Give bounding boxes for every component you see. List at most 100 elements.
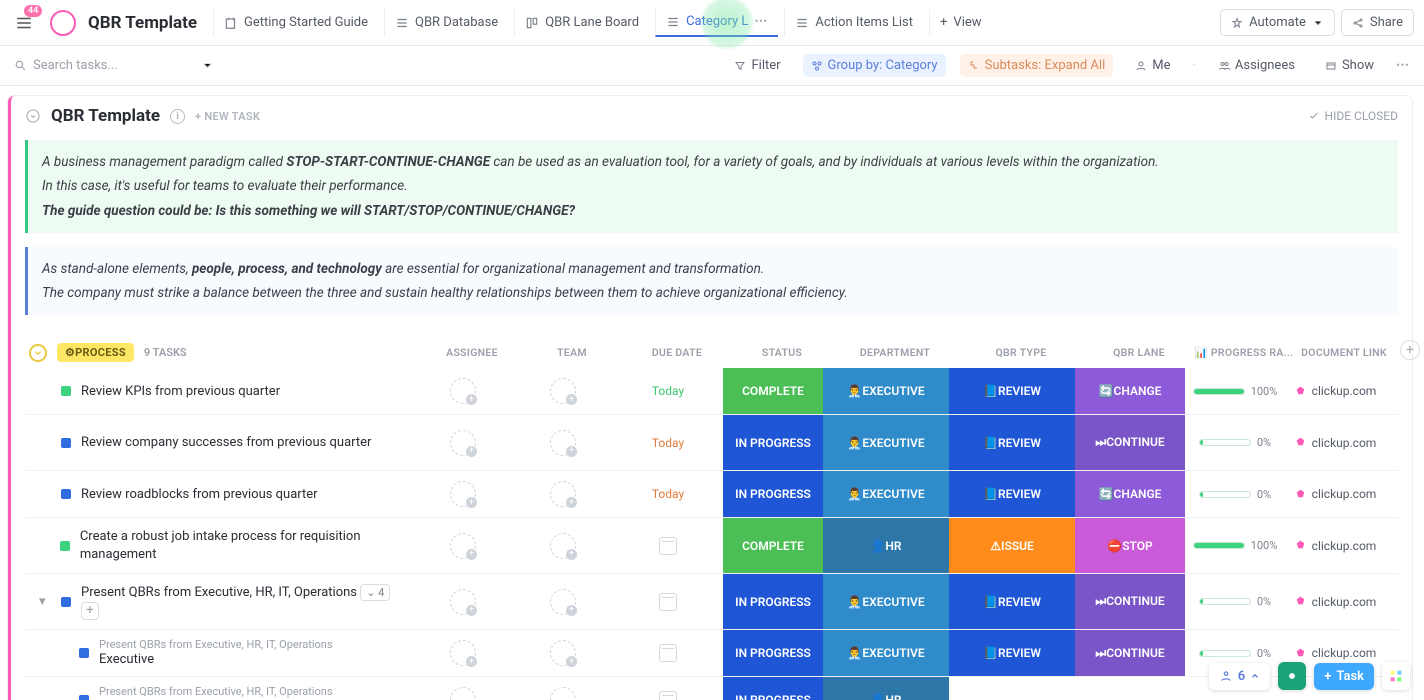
due-date-picker[interactable] <box>659 537 677 555</box>
show-button[interactable]: Show <box>1317 54 1382 77</box>
type-cell[interactable]: 📘REVIEW <box>949 574 1075 629</box>
collapse-icon[interactable] <box>25 108 41 124</box>
document-link[interactable]: clickup.com <box>1285 646 1385 660</box>
col-status[interactable]: STATUS <box>732 346 832 359</box>
department-cell[interactable]: 👨‍💼EXECUTIVE <box>823 415 949 470</box>
status-cell[interactable]: COMPLETE <box>723 368 823 414</box>
status-cell[interactable]: IN PROGRESS <box>723 415 823 470</box>
progress-cell[interactable]: 100% <box>1185 539 1285 552</box>
department-cell[interactable]: 👨‍💼EXECUTIVE <box>823 471 949 517</box>
type-cell[interactable]: 📘REVIEW <box>949 415 1075 470</box>
team-picker[interactable] <box>550 640 576 666</box>
col-lane[interactable]: QBR LANE <box>1084 346 1194 359</box>
type-cell[interactable]: 📘REVIEW <box>949 630 1075 676</box>
type-cell[interactable]: ⚠ISSUE <box>949 518 1075 573</box>
task-name[interactable]: Create a robust job intake process for r… <box>80 529 361 562</box>
status-square[interactable] <box>79 648 89 658</box>
task-row[interactable]: Review company successes from previous q… <box>25 415 1398 471</box>
group-collapse-icon[interactable] <box>29 344 47 362</box>
col-doc[interactable]: DOCUMENT LINK <box>1294 346 1394 359</box>
tab-category[interactable]: Category L ⋯ <box>655 8 778 37</box>
assignees-filter[interactable]: Assignees <box>1210 54 1303 77</box>
team-picker[interactable] <box>550 430 576 456</box>
progress-cell[interactable]: 0% <box>1185 595 1285 608</box>
task-row[interactable]: ▾ Present QBRs from Executive, HR, IT, O… <box>25 574 1398 630</box>
record-button[interactable] <box>1278 662 1306 690</box>
department-cell[interactable]: 👨‍💼EXECUTIVE <box>823 630 949 676</box>
due-date[interactable]: Today <box>613 436 723 450</box>
hide-closed-button[interactable]: HIDE CLOSED <box>1308 109 1398 123</box>
department-cell[interactable]: 👤HR <box>823 677 949 700</box>
status-cell[interactable]: IN PROGRESS <box>723 677 823 700</box>
lane-cell[interactable]: 🔄CHANGE <box>1075 368 1185 414</box>
progress-cell[interactable]: 0% <box>1185 488 1285 501</box>
document-link[interactable]: clickup.com <box>1285 595 1385 609</box>
add-column-button[interactable]: + <box>1400 340 1420 360</box>
tab-more-icon[interactable]: ⋯ <box>754 14 768 29</box>
col-department[interactable]: DEPARTMENT <box>832 346 958 359</box>
assignee-picker[interactable] <box>450 481 476 507</box>
status-cell[interactable]: IN PROGRESS <box>723 471 823 517</box>
tab-qbr-database[interactable]: QBR Database <box>384 9 508 36</box>
assignee-picker[interactable] <box>450 430 476 456</box>
status-cell[interactable]: IN PROGRESS <box>723 630 823 676</box>
add-subtask-button[interactable]: + <box>81 602 99 620</box>
status-square[interactable] <box>60 541 70 551</box>
status-square[interactable] <box>61 597 71 607</box>
new-task-button[interactable]: + NEW TASK <box>195 110 260 123</box>
lane-cell[interactable]: ⏭CONTINUE <box>1075 415 1185 470</box>
due-date-picker[interactable] <box>659 593 677 611</box>
status-cell[interactable]: IN PROGRESS <box>723 574 823 629</box>
task-name[interactable]: Review company successes from previous q… <box>81 435 371 450</box>
me-filter[interactable]: Me <box>1127 54 1178 77</box>
due-date[interactable]: Today <box>613 384 723 398</box>
list-title[interactable]: QBR Template <box>51 106 160 126</box>
assignee-picker[interactable] <box>450 640 476 666</box>
tab-lane-board[interactable]: QBR Lane Board <box>514 9 649 36</box>
col-due[interactable]: DUE DATE <box>622 346 732 359</box>
progress-cell[interactable]: 0% <box>1185 436 1285 449</box>
team-picker[interactable] <box>550 687 576 700</box>
page-title[interactable]: QBR Template <box>88 13 197 33</box>
task-row[interactable]: Present QBRs from Executive, HR, IT, Ope… <box>25 677 1398 700</box>
document-link[interactable]: clickup.com <box>1285 487 1385 501</box>
automate-button[interactable]: Automate <box>1220 9 1335 36</box>
team-picker[interactable] <box>550 533 576 559</box>
document-link[interactable]: clickup.com <box>1285 384 1385 398</box>
team-picker[interactable] <box>550 589 576 615</box>
lane-cell[interactable]: ⛔STOP <box>1075 518 1185 573</box>
assignee-picker[interactable] <box>450 687 476 700</box>
task-row[interactable]: Create a robust job intake process for r… <box>25 518 1398 574</box>
due-date-picker[interactable] <box>659 691 677 700</box>
add-view-button[interactable]: + View <box>929 9 992 36</box>
info-icon[interactable]: i <box>170 109 185 124</box>
filter-button[interactable]: Filter <box>726 54 788 77</box>
status-square[interactable] <box>61 386 71 396</box>
task-name[interactable]: Review roadblocks from previous quarter <box>81 487 318 502</box>
group-name[interactable]: ⚙PROCESS <box>57 343 134 362</box>
lane-cell[interactable]: ⏭CONTINUE <box>1075 574 1185 629</box>
expand-icon[interactable]: ▾ <box>39 594 51 609</box>
team-picker[interactable] <box>550 481 576 507</box>
department-cell[interactable]: 👨‍💼EXECUTIVE <box>823 574 949 629</box>
task-name[interactable]: Executive <box>99 652 154 667</box>
document-link[interactable]: clickup.com <box>1285 436 1385 450</box>
search-tasks[interactable]: Search tasks... <box>14 58 214 73</box>
progress-cell[interactable]: 0% <box>1185 647 1285 660</box>
share-button[interactable]: Share <box>1341 9 1414 36</box>
task-row[interactable]: Present QBRs from Executive, HR, IT, Ope… <box>25 630 1398 677</box>
document-link[interactable]: clickup.com <box>1285 539 1385 553</box>
lane-cell[interactable]: 🔄CHANGE <box>1075 471 1185 517</box>
type-cell[interactable]: 📘REVIEW <box>949 368 1075 414</box>
status-square[interactable] <box>61 438 71 448</box>
col-type[interactable]: QBR TYPE <box>958 346 1084 359</box>
new-task-floating-button[interactable]: + Task <box>1314 663 1374 690</box>
group-by-button[interactable]: Group by: Category <box>803 54 946 77</box>
assignee-picker[interactable] <box>450 378 476 404</box>
status-cell[interactable]: COMPLETE <box>723 518 823 573</box>
department-cell[interactable]: 👤HR <box>823 518 949 573</box>
progress-cell[interactable]: 100% <box>1185 385 1285 398</box>
col-team[interactable]: TEAM <box>522 346 622 359</box>
subtask-count[interactable]: ⌄ 4 <box>360 584 390 601</box>
team-picker[interactable] <box>550 378 576 404</box>
